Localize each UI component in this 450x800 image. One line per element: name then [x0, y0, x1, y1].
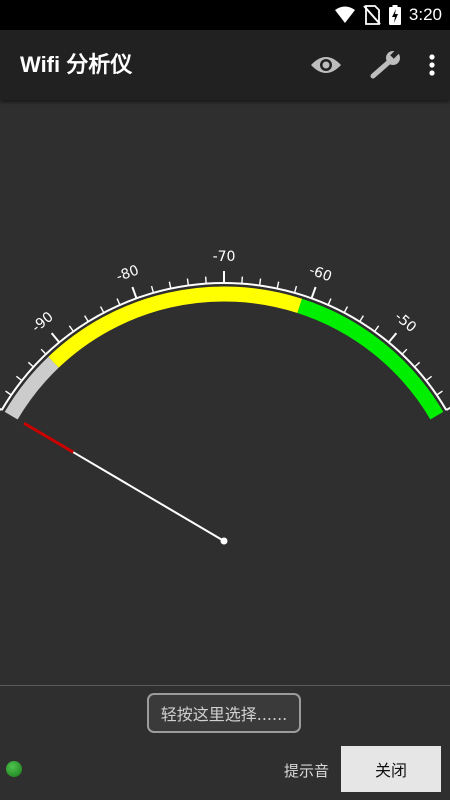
signal-gauge: dBm -100-90-80-70-60-50-40: [0, 249, 450, 545]
gauge-needle-pivot: [220, 537, 228, 545]
divider: [0, 685, 450, 686]
gauge-major-tick: [445, 406, 450, 411]
gauge-tick-label: -90: [29, 309, 57, 336]
select-network-button[interactable]: 轻按这里选择......: [147, 693, 301, 733]
gauge-needle-tip: [23, 421, 74, 454]
app-title: Wifi 分析仪: [20, 52, 133, 77]
more-vert-icon[interactable]: [428, 53, 436, 77]
gauge-minor-tick: [373, 325, 380, 332]
gauge-minor-tick: [258, 278, 262, 286]
status-time: 3:20: [408, 5, 442, 24]
gauge-zone-1: [48, 286, 303, 368]
gauge-minor-tick: [327, 298, 332, 306]
gauge-minor-tick: [414, 361, 421, 368]
status-bar: 3:20: [0, 0, 450, 30]
wifi-icon: [334, 6, 355, 23]
gauge-minor-tick: [401, 348, 408, 355]
indicator-light: [6, 761, 22, 777]
gauge-major-tick: [131, 286, 138, 299]
gauge-needle-shaft: [72, 451, 225, 542]
no-sim-icon: [363, 5, 381, 25]
gauge-minor-tick: [15, 375, 23, 382]
sound-label[interactable]: 提示音: [284, 760, 329, 781]
gauge-minor-tick: [168, 281, 172, 289]
gauge-minor-tick: [343, 306, 349, 314]
gauge-minor-tick: [293, 285, 298, 294]
gauge-minor-tick: [276, 281, 280, 289]
app-actions: [310, 30, 436, 100]
gauge-minor-tick: [425, 375, 433, 382]
close-button[interactable]: 关闭: [341, 746, 441, 792]
eye-icon[interactable]: [310, 54, 342, 76]
gauge-tick-label: -60: [307, 262, 334, 285]
gauge-major-tick: [387, 332, 398, 344]
gauge-minor-tick: [40, 348, 47, 355]
gauge-needle: [23, 421, 228, 545]
gauge-minor-tick: [436, 390, 443, 396]
gauge-tick-label: -80: [114, 262, 141, 285]
gauge-minor-tick: [186, 278, 190, 286]
gauge-major-tick: [0, 407, 3, 411]
gauge-major-tick: [50, 332, 61, 344]
status-icons: 3:20: [334, 0, 442, 30]
gauge-zones: [4, 286, 444, 420]
gauge-major-tick: [310, 286, 317, 299]
app-bar: Wifi 分析仪: [0, 30, 450, 100]
battery-charging-icon: [388, 5, 401, 25]
gauge-minor-tick: [99, 306, 105, 314]
gauge-minor-tick: [68, 325, 75, 332]
gauge-tick-label: -70: [213, 249, 236, 265]
gauge-minor-tick: [116, 298, 121, 306]
gauge-minor-tick: [84, 315, 89, 322]
gauge-minor-tick: [27, 361, 34, 368]
gauge-zone-0: [4, 356, 59, 420]
gauge-minor-tick: [5, 390, 12, 396]
gauge-minor-tick: [150, 285, 155, 294]
gauge-minor-tick: [359, 315, 364, 322]
wrench-icon[interactable]: [368, 50, 402, 80]
gauge-tick-label: -50: [391, 309, 419, 336]
